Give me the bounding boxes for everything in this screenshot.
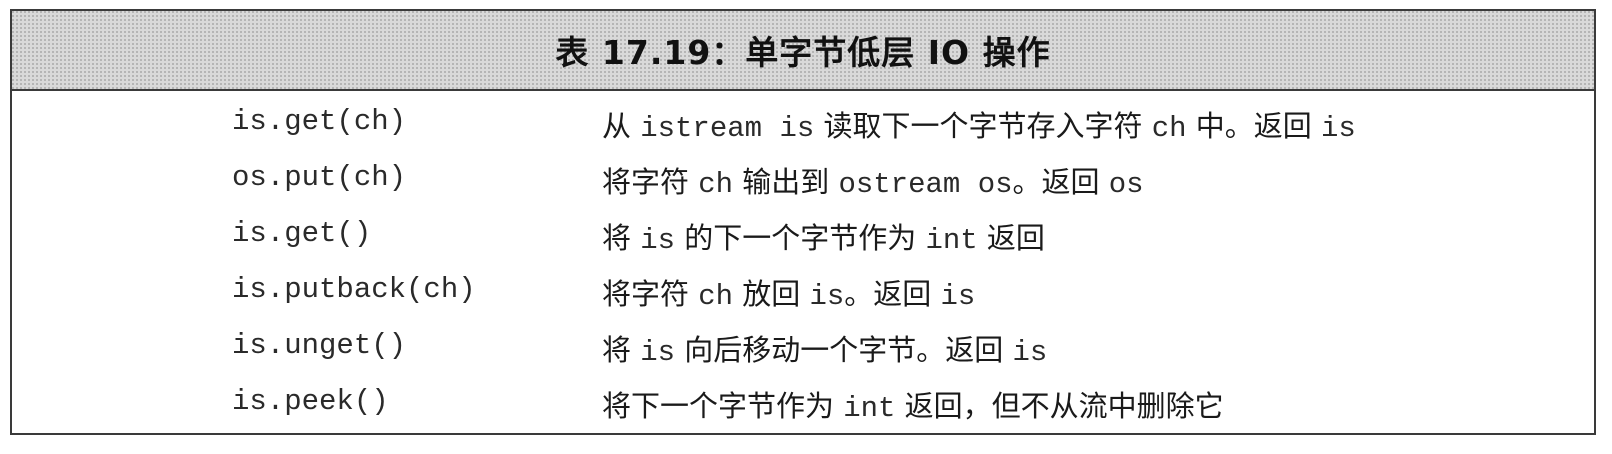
description-cell: 将字符 ch 放回 is。返回 is <box>602 271 975 313</box>
description-text: 将 <box>602 221 641 255</box>
inline-code: int <box>843 392 896 425</box>
description-cell: 将字符 ch 输出到 ostream os。返回 os <box>602 159 1144 201</box>
description-text: 放回 <box>733 277 810 311</box>
description-text: 将下一个字节作为 <box>602 389 844 423</box>
function-cell: os.put(ch) <box>232 161 407 194</box>
description-text: 中。返回 <box>1186 109 1321 143</box>
description-text: 。返回 <box>1012 165 1109 199</box>
inline-code: ch <box>698 280 734 313</box>
description-text: 向后移动一个字节。返回 <box>675 333 1013 367</box>
table-body: is.get(ch) 从 istream is 读取下一个字节存入字符 ch 中… <box>12 95 1594 431</box>
io-operations-table: 表 17.19：单字节低层 IO 操作 is.get(ch) 从 istream… <box>10 9 1596 435</box>
table-row: os.put(ch) 将字符 ch 输出到 ostream os。返回 os <box>12 151 1594 207</box>
inline-code: is <box>940 280 976 313</box>
table-row: is.unget() 将 is 向后移动一个字节。返回 is <box>12 319 1594 375</box>
function-cell: is.get() <box>232 217 372 250</box>
table-row: is.peek() 将下一个字节作为 int 返回，但不从流中删除它 <box>12 375 1594 431</box>
description-cell: 将 is 向后移动一个字节。返回 is <box>602 327 1047 369</box>
function-cell: is.peek() <box>232 385 389 418</box>
description-text: 将 <box>602 333 641 367</box>
description-text: 从 <box>602 109 641 143</box>
inline-code: is <box>1320 112 1356 145</box>
inline-code: is <box>640 224 676 257</box>
description-cell: 将 is 的下一个字节作为 int 返回 <box>602 215 1045 257</box>
function-cell: is.get(ch) <box>232 105 407 138</box>
description-text: 返回 <box>977 221 1045 255</box>
description-text: 读取下一个字节存入字符 <box>814 109 1152 143</box>
inline-code: is <box>1012 336 1048 369</box>
function-cell: is.unget() <box>232 329 407 362</box>
table-row: is.get(ch) 从 istream is 读取下一个字节存入字符 ch 中… <box>12 95 1594 151</box>
inline-code: istream is <box>640 112 815 145</box>
description-text: 返回，但不从流中删除它 <box>895 389 1224 423</box>
inline-code: os <box>1108 168 1144 201</box>
inline-code: is <box>809 280 845 313</box>
description-text: 输出到 <box>733 165 839 199</box>
description-cell: 从 istream is 读取下一个字节存入字符 ch 中。返回 is <box>602 103 1356 145</box>
description-text: 将字符 <box>602 277 699 311</box>
inline-code: int <box>925 224 978 257</box>
inline-code: ostream os <box>838 168 1013 201</box>
description-text: 将字符 <box>602 165 699 199</box>
table-caption: 表 17.19：单字节低层 IO 操作 <box>555 33 1051 72</box>
inline-code: ch <box>698 168 734 201</box>
table-row: is.putback(ch) 将字符 ch 放回 is。返回 is <box>12 263 1594 319</box>
description-text: 。返回 <box>844 277 941 311</box>
description-text: 的下一个字节作为 <box>675 221 926 255</box>
function-cell: is.putback(ch) <box>232 273 476 306</box>
inline-code: is <box>640 336 676 369</box>
table-row: is.get() 将 is 的下一个字节作为 int 返回 <box>12 207 1594 263</box>
inline-code: ch <box>1151 112 1187 145</box>
description-cell: 将下一个字节作为 int 返回，但不从流中删除它 <box>602 383 1224 425</box>
table-caption-bar: 表 17.19：单字节低层 IO 操作 <box>12 11 1594 91</box>
